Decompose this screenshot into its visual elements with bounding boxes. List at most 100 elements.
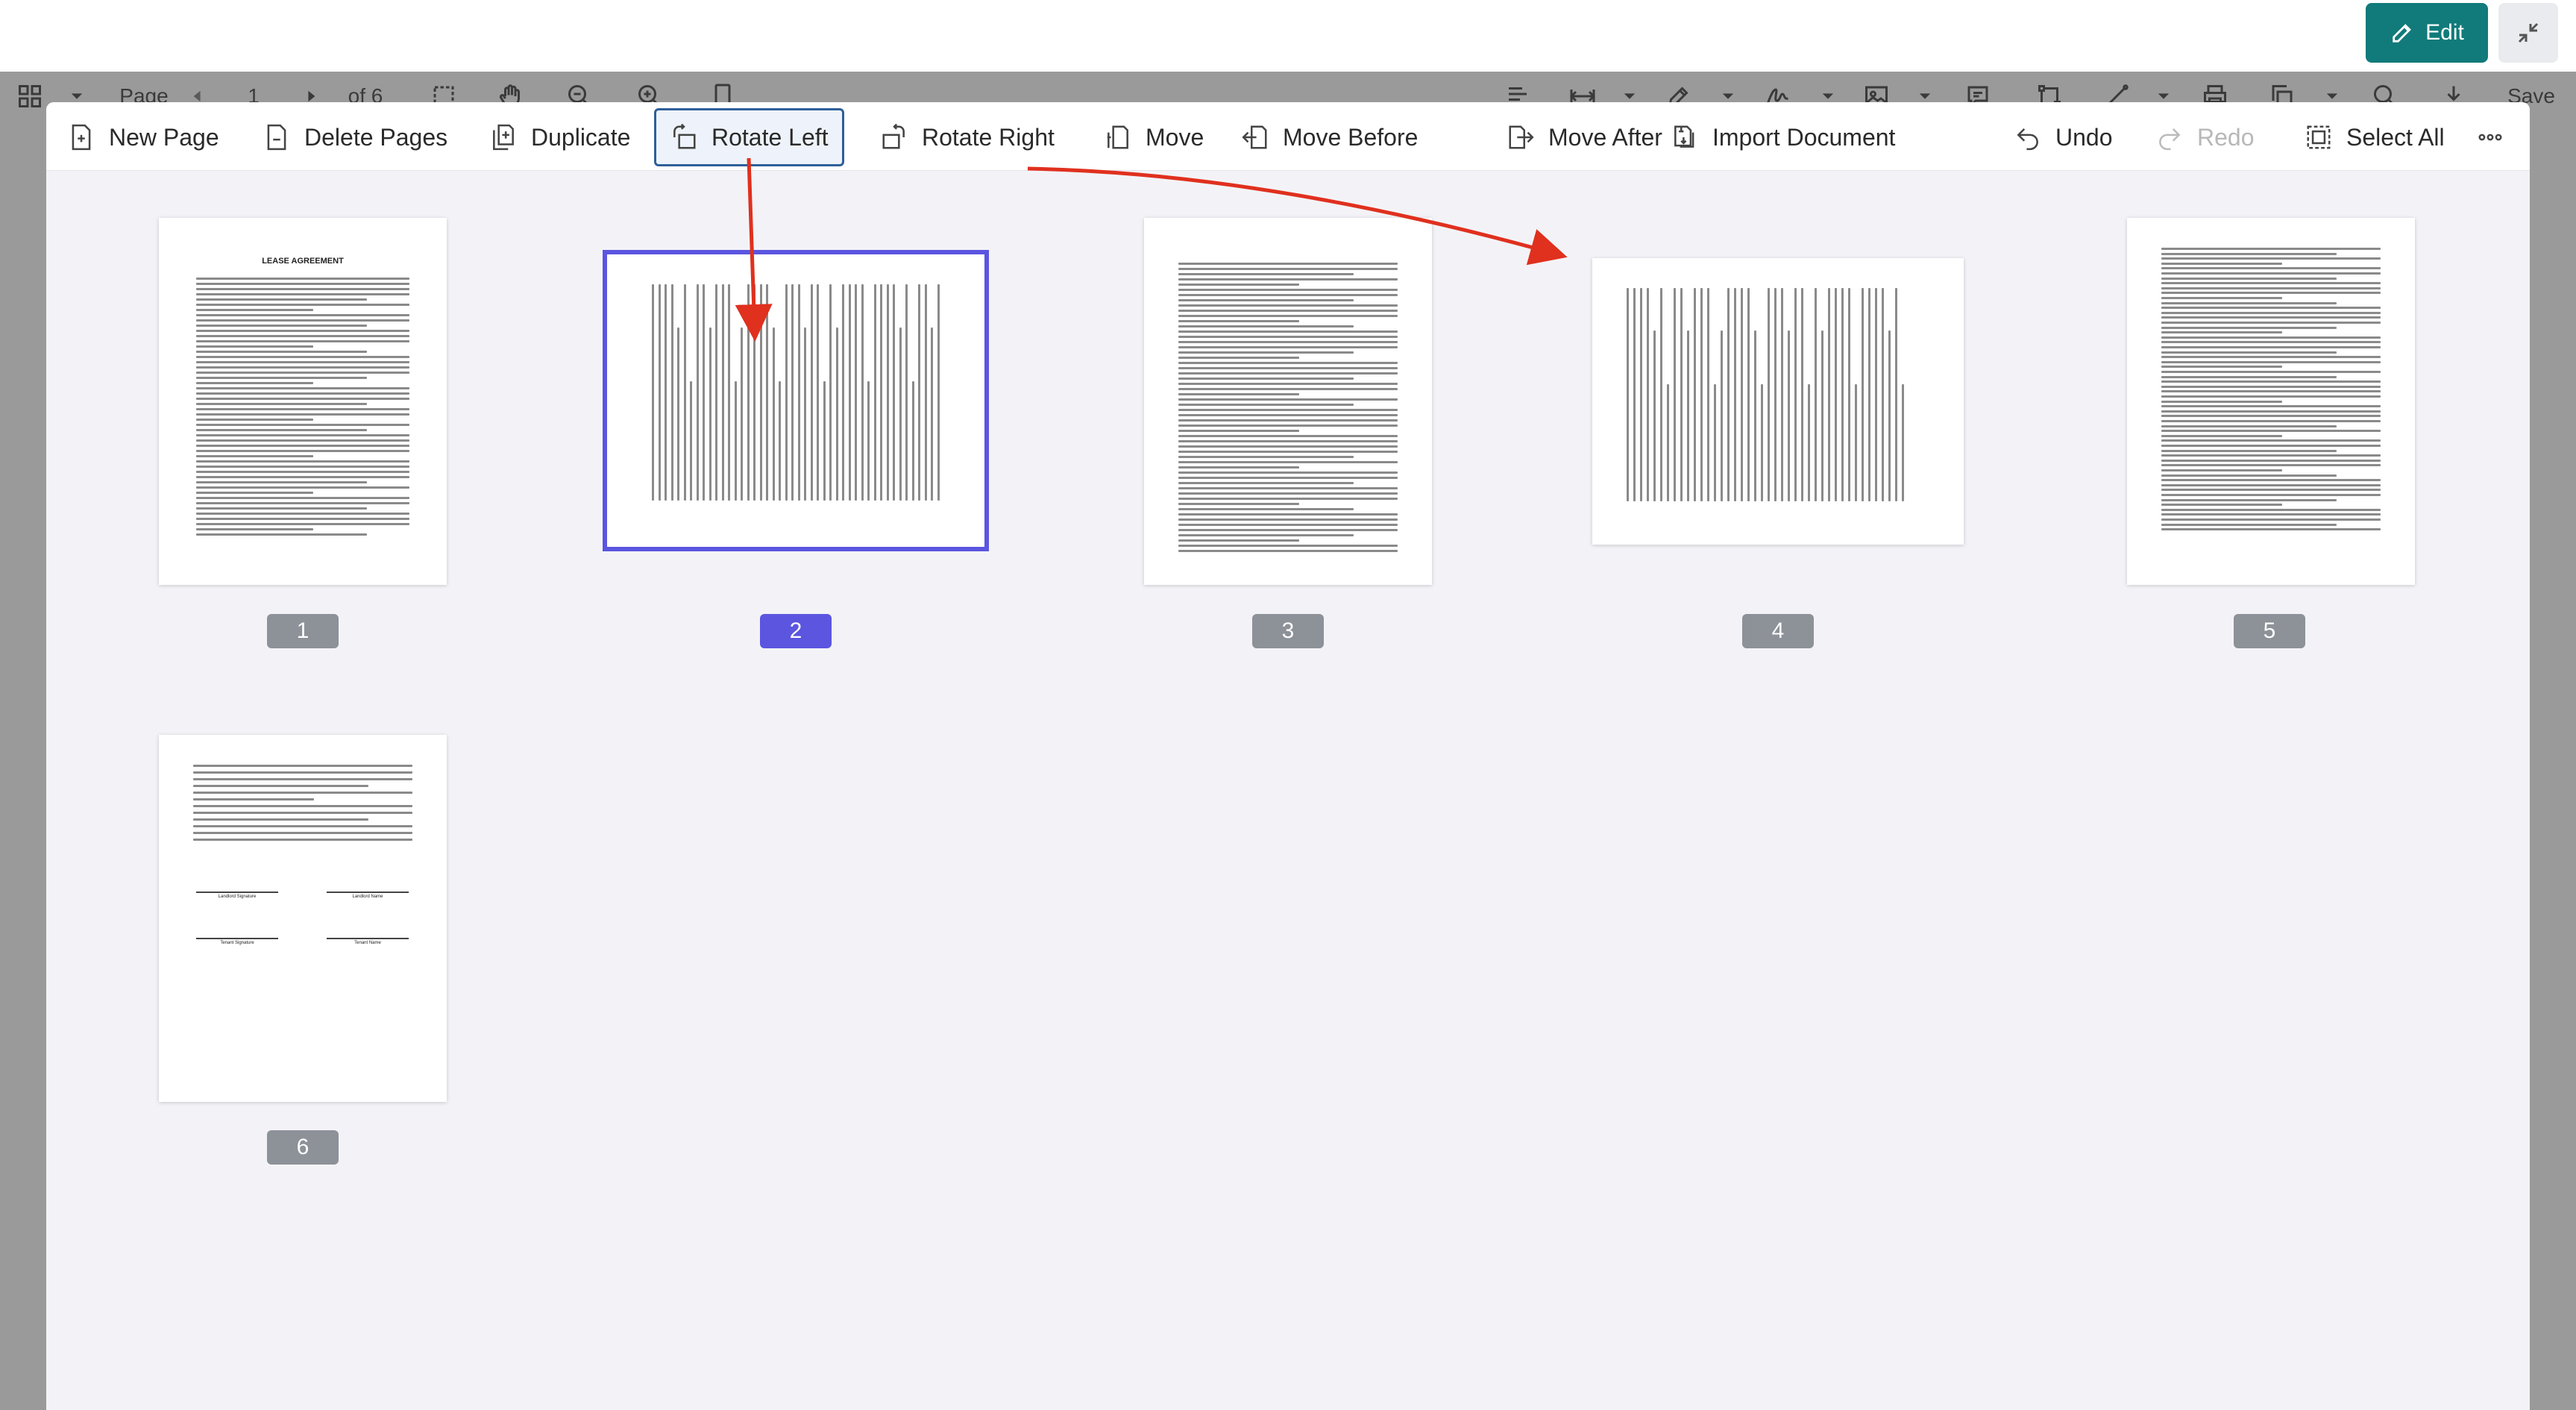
rotate-right-button[interactable]: Rotate Right (867, 108, 1068, 166)
text-line (196, 450, 409, 452)
page-number-badge[interactable]: 4 (1742, 614, 1814, 648)
text-line (1178, 451, 1398, 453)
new-page-button[interactable]: New Page (54, 108, 233, 166)
text-line (196, 460, 409, 463)
sidebar-icon[interactable] (15, 72, 45, 121)
text-line (196, 497, 409, 499)
text-line (829, 284, 832, 501)
signature-line (327, 892, 409, 893)
more-button[interactable] (2463, 108, 2518, 166)
text-line (924, 284, 927, 501)
text-line (1667, 384, 1669, 501)
undo-label: Undo (2055, 123, 2113, 151)
text-line (2161, 410, 2381, 413)
text-line (2161, 366, 2282, 369)
text-line (1178, 367, 1398, 369)
text-line (2161, 523, 2337, 526)
text-line (2161, 326, 2337, 329)
text-line (193, 825, 412, 827)
move-icon (1107, 125, 1128, 149)
undo-button[interactable]: Undo (2000, 108, 2126, 166)
text-line (196, 455, 313, 457)
text-line (703, 284, 705, 501)
move-label: Move (1146, 123, 1204, 151)
text-line (1178, 357, 1299, 359)
text-line (196, 345, 313, 348)
move-button[interactable]: Move (1090, 108, 1217, 166)
text-line (1747, 288, 1750, 501)
edit-button[interactable]: Edit (2366, 3, 2488, 63)
text-line (1178, 508, 1354, 510)
text-line (1178, 424, 1398, 427)
text-line (690, 381, 692, 501)
text-line (842, 284, 844, 501)
page-thumbnail-5[interactable] (2127, 218, 2415, 585)
page-number-badge[interactable]: 6 (267, 1130, 339, 1165)
viewer-right-gutter (2530, 121, 2576, 1410)
text-line (1178, 351, 1354, 354)
text-line (931, 328, 933, 501)
text-line (2161, 454, 2381, 457)
signature-line (196, 938, 278, 939)
text-line (1178, 477, 1398, 479)
text-line (2161, 400, 2282, 403)
text-line (696, 284, 699, 501)
page-number-badge[interactable]: 2 (760, 614, 832, 648)
delete-pages-button[interactable]: Delete Pages (249, 108, 461, 166)
text-line (1178, 325, 1354, 328)
page-thumbnail-4[interactable] (1592, 258, 1964, 545)
text-line (196, 403, 367, 405)
text-line (1178, 466, 1299, 469)
page-thumbnail-2[interactable] (603, 250, 989, 551)
import-document-button[interactable]: Import Document (1657, 108, 1909, 166)
new-page-icon (72, 124, 91, 151)
text-line (1868, 288, 1870, 501)
text-line (1734, 288, 1736, 501)
select-all-button[interactable]: Select All (2291, 108, 2458, 166)
text-line (1178, 471, 1398, 474)
text-line (2161, 248, 2381, 250)
text-line (1178, 341, 1398, 343)
text-line (905, 284, 908, 501)
page-thumbnail-3[interactable] (1144, 218, 1432, 585)
text-line (2161, 282, 2381, 285)
text-line (2161, 395, 2381, 398)
organizer-toolbar: New Page Delete Pages Duplicate Rotate L… (46, 102, 2530, 171)
text-line (753, 284, 755, 501)
page-thumbnail-1[interactable]: LEASE AGREEMENT (159, 218, 447, 585)
text-line (196, 408, 409, 410)
text-line (1178, 487, 1398, 489)
text-line (728, 284, 730, 501)
text-line (785, 284, 788, 501)
page-number-badge[interactable]: 5 (2234, 614, 2305, 648)
collapse-button[interactable] (2498, 3, 2558, 63)
rotate-left-button[interactable]: Rotate Left (654, 108, 844, 166)
duplicate-button[interactable]: Duplicate (476, 108, 644, 166)
text-line (196, 486, 409, 489)
text-line (1178, 273, 1354, 275)
text-line (196, 278, 409, 280)
text-line (2161, 257, 2381, 260)
text-line (2161, 375, 2337, 378)
move-before-button[interactable]: Move Before (1228, 108, 1431, 166)
text-line (1694, 288, 1696, 501)
text-line (823, 381, 826, 501)
text-line (1178, 315, 1398, 317)
text-line (193, 778, 412, 780)
text-line (2161, 272, 2381, 275)
collapse-icon (2518, 22, 2539, 43)
text-line (196, 434, 409, 436)
text-line (2161, 469, 2282, 471)
move-after-button[interactable]: Move After (1493, 108, 1676, 166)
page-number-badge[interactable]: 1 (267, 614, 339, 648)
text-line (873, 284, 876, 501)
text-line (2161, 464, 2381, 467)
text-line (196, 439, 409, 442)
redo-button[interactable]: Redo (2142, 108, 2268, 166)
page-number-badge[interactable]: 3 (1252, 614, 1324, 648)
text-line (196, 502, 409, 504)
page-thumbnail-6[interactable]: Landlord Signature Landlord Name Tenant … (159, 735, 447, 1102)
text-line (2161, 489, 2381, 492)
text-line (2161, 322, 2381, 324)
new-page-label: New Page (109, 123, 219, 151)
